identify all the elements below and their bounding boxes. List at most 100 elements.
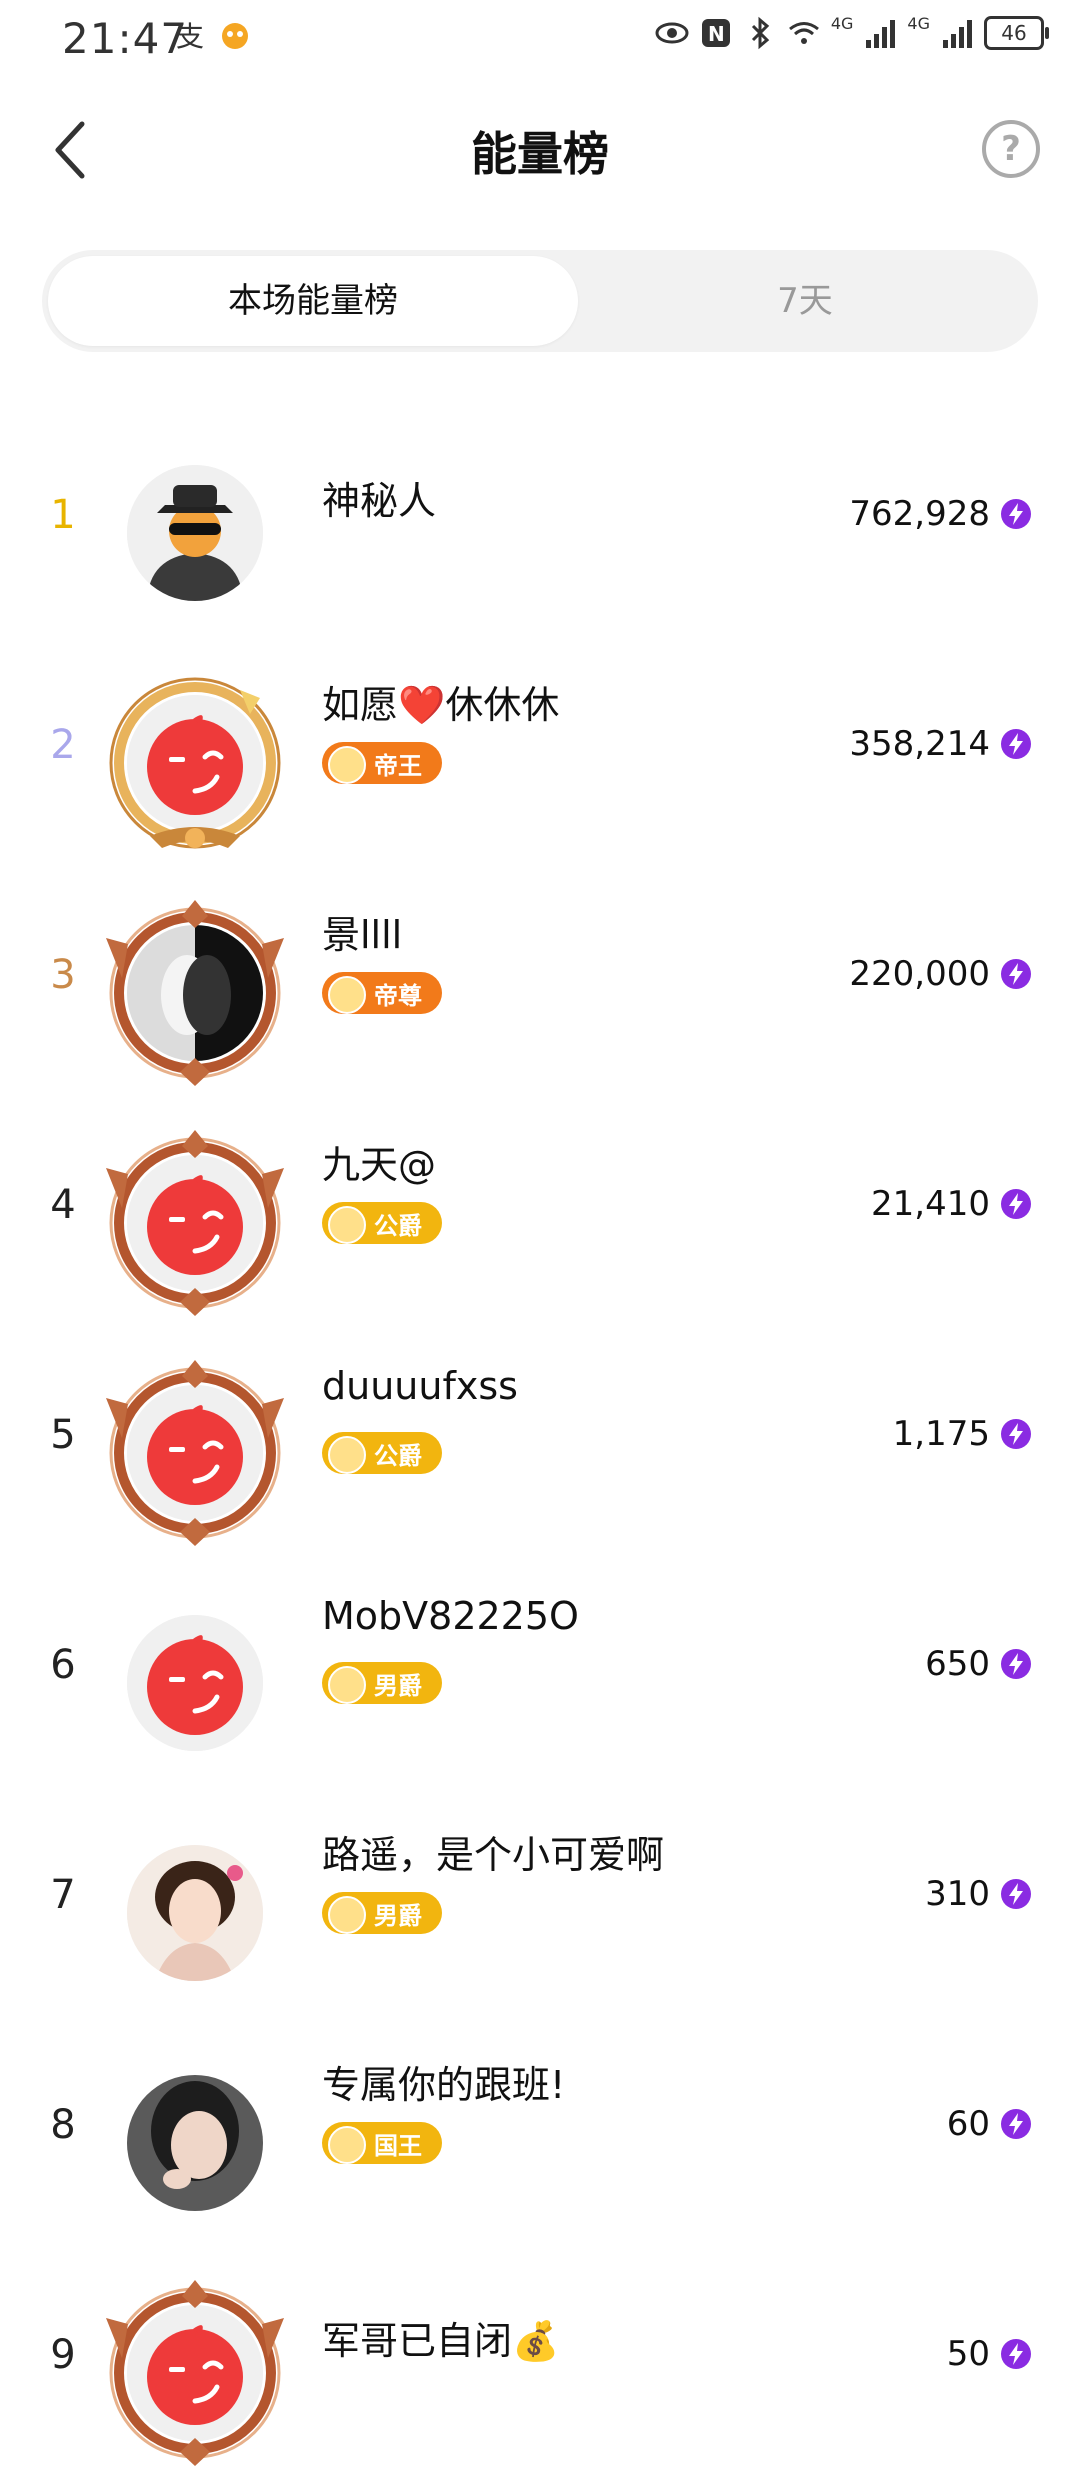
header: 能量榜 ?: [0, 100, 1080, 200]
energy-icon: [1001, 1189, 1031, 1219]
user-name: 景llll: [322, 913, 403, 957]
level-badge: 帝尊: [322, 972, 442, 1014]
energy-score: 762,928: [849, 494, 990, 534]
rank-row[interactable]: 1 神秘人 762,928: [0, 400, 1080, 630]
rank-number: 8: [50, 2102, 76, 2148]
rank-number: 1: [50, 492, 76, 538]
user-name: 神秘人: [322, 479, 437, 523]
status-bar: 21:47 支 N 4G 4G 46: [0, 0, 1080, 80]
medal-icon: [328, 1666, 366, 1704]
rank-number: 4: [50, 1182, 76, 1228]
svg-text:支: 支: [176, 20, 204, 52]
avatar[interactable]: [100, 1588, 290, 1778]
rank-row[interactable]: 6 MobV82225O 男爵 650: [0, 1550, 1080, 1780]
user-name: 如愿❤️休休休: [322, 683, 560, 727]
signal-icon: [866, 20, 896, 48]
badge-label: 帝王: [374, 751, 422, 780]
tab-7-days[interactable]: 7天: [578, 256, 1032, 346]
medal-icon: [328, 1436, 366, 1474]
avatar[interactable]: [100, 1818, 290, 2008]
energy-score: 60: [946, 2104, 990, 2144]
rank-row[interactable]: 9 军哥已自闭💰 50: [0, 2240, 1080, 2470]
page-title: 能量榜: [471, 127, 609, 181]
battery-indicator: 46: [984, 16, 1049, 50]
rank-row[interactable]: 7 路遥，是个小可爱啊男爵 310: [0, 1780, 1080, 2010]
woman-photo-avatar: [127, 2075, 263, 2211]
avatar[interactable]: [100, 2278, 290, 2468]
energy-score: 50: [946, 2334, 990, 2374]
user-name: 专属你的跟班!: [322, 2063, 566, 2107]
badge-label: 帝尊: [374, 981, 422, 1010]
energy-icon: [1001, 959, 1031, 989]
level-badge: 帝王: [322, 742, 442, 784]
energy-icon: [1001, 1649, 1031, 1679]
energy-icon: [1001, 1879, 1031, 1909]
rank-number: 3: [50, 952, 76, 998]
rank-number: 6: [50, 1642, 76, 1688]
help-button[interactable]: ?: [982, 120, 1040, 178]
level-badge: 公爵: [322, 1432, 442, 1474]
level-badge: 国王: [322, 2122, 442, 2164]
energy-score: 1,175: [892, 1414, 990, 1454]
rank-row[interactable]: 8 专属你的跟班! 国王 60: [0, 2010, 1080, 2240]
badge-label: 公爵: [374, 1441, 422, 1470]
medal-icon: [328, 976, 366, 1014]
user-name: 路遥，是个小可爱啊: [322, 1833, 665, 1877]
rank-row[interactable]: 2 如愿❤️休休休帝王 358,214: [0, 630, 1080, 860]
energy-score: 358,214: [849, 724, 990, 764]
energy-icon: [1001, 499, 1031, 529]
user-name: 九天@: [322, 1143, 437, 1187]
tab-bar: 本场能量榜 7天: [42, 250, 1038, 352]
avatar[interactable]: [100, 438, 290, 628]
rank-number: 9: [50, 2332, 76, 2378]
badge-label: 国王: [374, 2131, 422, 2160]
energy-icon: [1001, 2339, 1031, 2369]
avatar[interactable]: [100, 1128, 290, 1318]
tab-current-session[interactable]: 本场能量榜: [48, 256, 578, 346]
user-name: MobV82225O: [322, 1594, 579, 1638]
energy-score: 21,410: [871, 1184, 990, 1224]
nfc-icon: N: [701, 19, 730, 47]
wifi-icon: [788, 22, 819, 44]
alipay-icon: 支: [176, 20, 204, 52]
medal-icon: [328, 2126, 366, 2164]
status-time: 21:47: [62, 14, 189, 63]
level-badge: 男爵: [322, 1892, 442, 1934]
level-badge: 男爵: [322, 1662, 442, 1704]
network-label-2: 4G: [907, 13, 930, 33]
energy-score: 650: [925, 1644, 990, 1684]
eye-icon: [655, 22, 689, 44]
user-name: 军哥已自闭💰: [322, 2319, 560, 2363]
rank-row[interactable]: 3 景llll 帝尊 220,000: [0, 860, 1080, 1090]
avatar[interactable]: [100, 2048, 290, 2238]
rank-row[interactable]: 5 duuuufxss 公爵 1,175: [0, 1320, 1080, 1550]
rank-row[interactable]: 4 九天@ 公爵 21,410: [0, 1090, 1080, 1320]
badge-label: 男爵: [374, 1671, 422, 1700]
signal-icon: [943, 20, 972, 48]
avatar[interactable]: [100, 668, 290, 858]
mystery-person-avatar: [127, 465, 263, 601]
badge-label: 公爵: [374, 1211, 422, 1240]
bluetooth-icon: [751, 16, 770, 50]
energy-score: 310: [925, 1874, 990, 1914]
energy-score: 220,000: [849, 954, 990, 994]
network-label-1: 4G: [830, 13, 854, 33]
badge-label: 男爵: [374, 1901, 422, 1930]
energy-icon: [1001, 729, 1031, 759]
girl-photo-avatar: [127, 1845, 263, 1981]
mascot-icon: [222, 23, 248, 49]
medal-icon: [328, 746, 366, 784]
svg-text:N: N: [708, 22, 725, 46]
medal-icon: [328, 1896, 366, 1934]
level-badge: 公爵: [322, 1202, 442, 1244]
energy-icon: [1001, 2109, 1031, 2139]
avatar[interactable]: [100, 1358, 290, 1548]
energy-icon: [1001, 1419, 1031, 1449]
default-wink-avatar: [127, 1615, 263, 1751]
medal-icon: [328, 1206, 366, 1244]
rank-number: 2: [50, 722, 76, 768]
rank-number: 7: [50, 1872, 76, 1918]
user-name: duuuufxss: [322, 1364, 518, 1408]
rank-number: 5: [50, 1412, 76, 1458]
avatar[interactable]: [100, 898, 290, 1088]
